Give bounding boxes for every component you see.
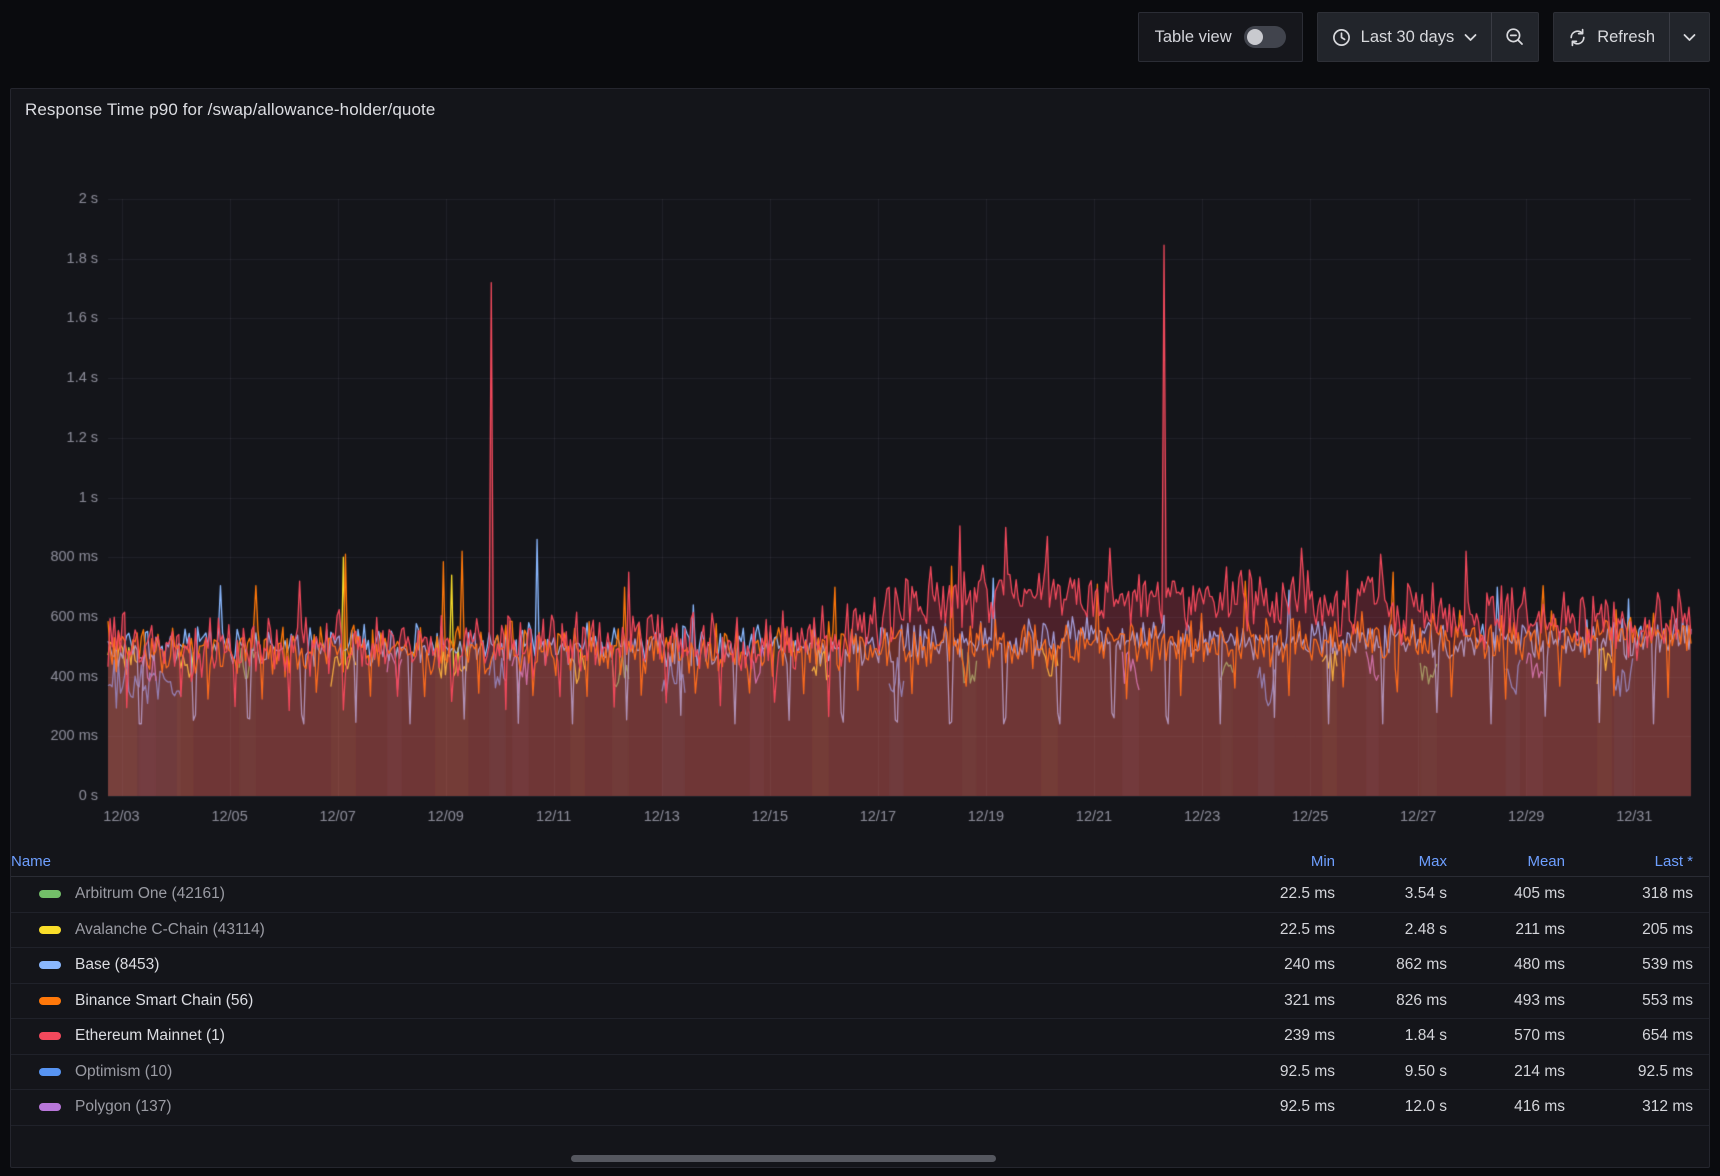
- legend-horizontal-scrollbar[interactable]: [571, 1155, 996, 1162]
- chevron-down-icon: [1464, 33, 1477, 42]
- response-time-chart[interactable]: [11, 157, 1711, 847]
- legend-row: Arbitrum One (42161) 22.5 ms3.54 s405 ms3…: [11, 877, 1709, 913]
- time-range-label: Last 30 days: [1361, 28, 1455, 47]
- series-mean: 416 ms: [1447, 1098, 1565, 1116]
- series-mean: 405 ms: [1447, 885, 1565, 903]
- legend-col-last[interactable]: Last *: [1655, 853, 1693, 870]
- refresh-dropdown-button[interactable]: [1669, 12, 1710, 62]
- series-min: 22.5 ms: [1205, 921, 1335, 939]
- series-last: 553 ms: [1565, 992, 1693, 1010]
- clock-icon: [1332, 28, 1351, 47]
- series-mean: 493 ms: [1447, 992, 1565, 1010]
- table-view-toggle[interactable]: [1244, 26, 1286, 48]
- series-swatch[interactable]: [39, 961, 61, 969]
- series-swatch[interactable]: [39, 997, 61, 1005]
- legend-row: Polygon (137) 92.5 ms12.0 s416 ms312 ms: [11, 1090, 1709, 1126]
- legend-row: Avalanche C-Chain (43114) 22.5 ms2.48 s21…: [11, 913, 1709, 949]
- series-name[interactable]: Polygon (137): [75, 1098, 172, 1116]
- series-swatch[interactable]: [39, 926, 61, 934]
- series-last: 92.5 ms: [1565, 1063, 1693, 1081]
- chevron-down-icon: [1683, 33, 1696, 42]
- legend-col-name[interactable]: Name: [11, 853, 51, 870]
- series-swatch[interactable]: [39, 890, 61, 898]
- series-max: 3.54 s: [1335, 885, 1447, 903]
- series-swatch[interactable]: [39, 1068, 61, 1076]
- legend-row: Binance Smart Chain (56) 321 ms826 ms493 …: [11, 984, 1709, 1020]
- series-max: 9.50 s: [1335, 1063, 1447, 1081]
- series-min: 321 ms: [1205, 992, 1335, 1010]
- legend-row: Ethereum Mainnet (1) 239 ms1.84 s570 ms65…: [11, 1019, 1709, 1055]
- series-min: 240 ms: [1205, 956, 1335, 974]
- series-max: 12.0 s: [1335, 1098, 1447, 1116]
- series-last: 205 ms: [1565, 921, 1693, 939]
- zoom-out-icon: [1505, 27, 1525, 47]
- series-swatch[interactable]: [39, 1103, 61, 1111]
- series-min: 92.5 ms: [1205, 1098, 1335, 1116]
- table-view-group: Table view: [1138, 12, 1303, 62]
- series-last: 318 ms: [1565, 885, 1693, 903]
- series-last: 539 ms: [1565, 956, 1693, 974]
- series-max: 826 ms: [1335, 992, 1447, 1010]
- series-max: 2.48 s: [1335, 921, 1447, 939]
- legend-row: Base (8453) 240 ms862 ms480 ms539 ms: [11, 948, 1709, 984]
- series-mean: 570 ms: [1447, 1027, 1565, 1045]
- series-mean: 211 ms: [1447, 921, 1565, 939]
- refresh-button[interactable]: Refresh: [1553, 12, 1670, 62]
- series-name[interactable]: Avalanche C-Chain (43114): [75, 921, 265, 939]
- series-name[interactable]: Arbitrum One (42161): [75, 885, 225, 903]
- series-name[interactable]: Binance Smart Chain (56): [75, 992, 253, 1010]
- series-name[interactable]: Optimism (10): [75, 1063, 172, 1081]
- series-last: 312 ms: [1565, 1098, 1693, 1116]
- series-swatch[interactable]: [39, 1032, 61, 1040]
- series-min: 22.5 ms: [1205, 885, 1335, 903]
- refresh-icon: [1568, 28, 1587, 47]
- legend-col-mean[interactable]: Mean: [1527, 853, 1565, 870]
- series-max: 862 ms: [1335, 956, 1447, 974]
- timeseries-panel: Response Time p90 for /swap/allowance-ho…: [10, 88, 1710, 1168]
- toolbar: Table view Last 30 days: [1138, 12, 1710, 62]
- series-name[interactable]: Base (8453): [75, 956, 159, 974]
- toggle-knob: [1247, 29, 1263, 45]
- series-last: 654 ms: [1565, 1027, 1693, 1045]
- refresh-group: Refresh: [1553, 12, 1710, 62]
- legend-col-max[interactable]: Max: [1419, 853, 1447, 870]
- panel-title[interactable]: Response Time p90 for /swap/allowance-ho…: [25, 100, 435, 120]
- series-min: 92.5 ms: [1205, 1063, 1335, 1081]
- legend-row: Optimism (10)92.5 ms9.50 s214 ms92.5 ms: [11, 1055, 1709, 1091]
- table-view-label: Table view: [1155, 28, 1232, 47]
- time-picker-group: Last 30 days: [1317, 12, 1540, 62]
- series-mean: 480 ms: [1447, 956, 1565, 974]
- legend-table: Name Min Max Mean Last * Arbitrum One (4…: [11, 847, 1709, 1126]
- refresh-label: Refresh: [1597, 28, 1655, 47]
- legend-col-min[interactable]: Min: [1311, 853, 1335, 870]
- zoom-out-button[interactable]: [1491, 12, 1539, 62]
- time-range-button[interactable]: Last 30 days: [1317, 12, 1493, 62]
- series-max: 1.84 s: [1335, 1027, 1447, 1045]
- legend-header: Name Min Max Mean Last *: [11, 847, 1709, 877]
- series-mean: 214 ms: [1447, 1063, 1565, 1081]
- series-min: 239 ms: [1205, 1027, 1335, 1045]
- series-name[interactable]: Ethereum Mainnet (1): [75, 1027, 225, 1045]
